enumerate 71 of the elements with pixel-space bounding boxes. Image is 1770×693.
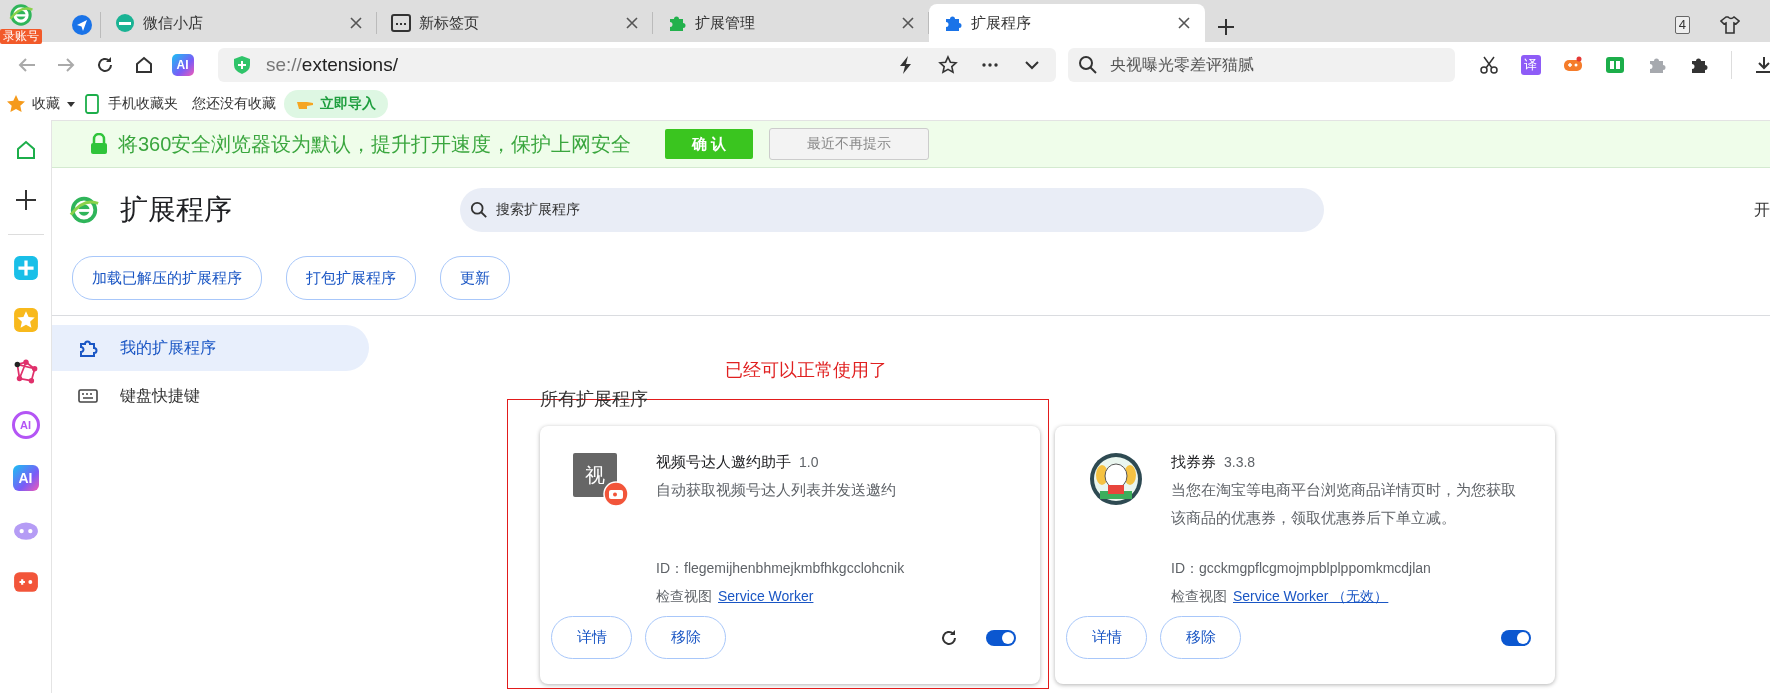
browser-tab[interactable]: 扩展程序 — [929, 4, 1205, 42]
shirt-icon[interactable] — [1720, 16, 1740, 34]
developer-mode-label: 开 — [1754, 199, 1770, 220]
bookmark-item[interactable]: 收藏 — [32, 95, 60, 113]
action-button[interactable]: 加载已解压的扩展程序 — [72, 256, 262, 300]
action-button[interactable]: 打包扩展程序 — [286, 256, 416, 300]
search-field[interactable]: 搜索扩展程序 — [460, 188, 1324, 232]
extension-description: 自动获取视频号达人列表并发送邀约 — [656, 480, 897, 500]
tab-count[interactable]: 4 — [1674, 16, 1690, 34]
lock-icon — [90, 133, 108, 155]
caret-icon[interactable] — [66, 99, 76, 109]
remove-button[interactable]: 移除 — [1160, 616, 1241, 659]
extension-name: 找券券 — [1171, 453, 1216, 470]
close-icon[interactable] — [625, 16, 639, 30]
browser-tab[interactable]: 扩展管理 — [653, 4, 929, 42]
window-icon — [391, 14, 411, 32]
network-icon[interactable] — [12, 359, 39, 385]
inspect-label: 检查视图 — [1171, 588, 1227, 604]
send-icon[interactable] — [71, 14, 93, 36]
extension-id: ID：gcckmgpflcgmojmpblplppomkmcdjlan — [1171, 560, 1432, 578]
mascot-icon — [1088, 451, 1144, 507]
service-worker-link[interactable]: Service Worker — [718, 588, 814, 604]
details-button[interactable]: 详情 — [551, 616, 632, 659]
toggle-switch[interactable] — [1501, 629, 1531, 646]
bookmark-item[interactable]: 手机收藏夹 — [108, 95, 178, 113]
extension-description: 当您在淘宝等电商平台浏览商品详情页时，为您获取该商品的优惠券，领取优惠券后下单立减。 — [1171, 480, 1517, 528]
toggle-switch[interactable] — [986, 629, 1016, 646]
remove-button[interactable]: 移除 — [645, 616, 726, 659]
book-icon[interactable] — [1605, 55, 1625, 75]
details-button[interactable]: 详情 — [1066, 616, 1147, 659]
gamepad-icon[interactable] — [12, 569, 39, 595]
translate-button[interactable]: 译 — [1521, 55, 1541, 75]
scissors-icon[interactable] — [1479, 55, 1499, 75]
banner-text: 将360安全浏览器设为默认，提升打开速度，保护上网安全 — [118, 131, 632, 157]
browser-tab[interactable]: 微信小店 — [101, 4, 377, 42]
download-icon[interactable] — [1754, 55, 1770, 75]
home-icon[interactable] — [133, 55, 154, 75]
search-field[interactable]: 央视曝光零差评猫腻 — [1068, 48, 1455, 82]
close-icon[interactable] — [1177, 16, 1191, 30]
ai-button[interactable]: AI — [11, 411, 40, 439]
nav-item[interactable]: 键盘快捷键 — [52, 373, 369, 419]
bookmark-note: 您还没有收藏 — [192, 95, 276, 113]
inspect-label: 检查视图 — [656, 588, 712, 604]
browser-tab[interactable]: 新标签页 — [377, 4, 653, 42]
search-icon — [470, 201, 488, 219]
extension-name: 视频号达人邀约助手 — [656, 453, 791, 470]
plus-icon[interactable] — [13, 188, 38, 212]
service-worker-link[interactable]: Service Worker （无效） — [1233, 588, 1389, 604]
extension-version: 1.0 — [799, 454, 819, 470]
keyboard-icon — [78, 389, 98, 403]
star-icon[interactable] — [938, 55, 959, 75]
nav-item[interactable]: 我的扩展程序 — [52, 325, 369, 371]
shop-icon — [115, 13, 135, 33]
ai-button[interactable]: AI — [171, 54, 194, 76]
address-bar[interactable]: se://extensions/ — [217, 48, 1057, 82]
extension-id: ID：flegemijhenbhmejkmbfhkgcclohcnik — [656, 560, 905, 578]
close-icon[interactable] — [349, 16, 363, 30]
search-icon[interactable] — [1078, 55, 1099, 75]
page-title: 扩展程序 — [120, 193, 233, 227]
phone-icon[interactable] — [82, 94, 102, 114]
ai-button[interactable]: AI — [12, 465, 39, 491]
close-icon[interactable] — [901, 16, 915, 30]
browser-logo-icon — [68, 194, 100, 226]
browser-logo-icon[interactable] — [8, 2, 34, 28]
star-icon[interactable] — [6, 94, 26, 114]
annotation-text: 已经可以正常使用了 — [725, 359, 888, 382]
address-text[interactable]: se://extensions/ — [265, 54, 883, 76]
puzzle-icon — [78, 338, 98, 358]
new-tab-icon[interactable] — [1217, 18, 1235, 36]
action-button[interactable]: 更新 — [440, 256, 510, 300]
extension-version: 3.3.8 — [1224, 454, 1256, 470]
